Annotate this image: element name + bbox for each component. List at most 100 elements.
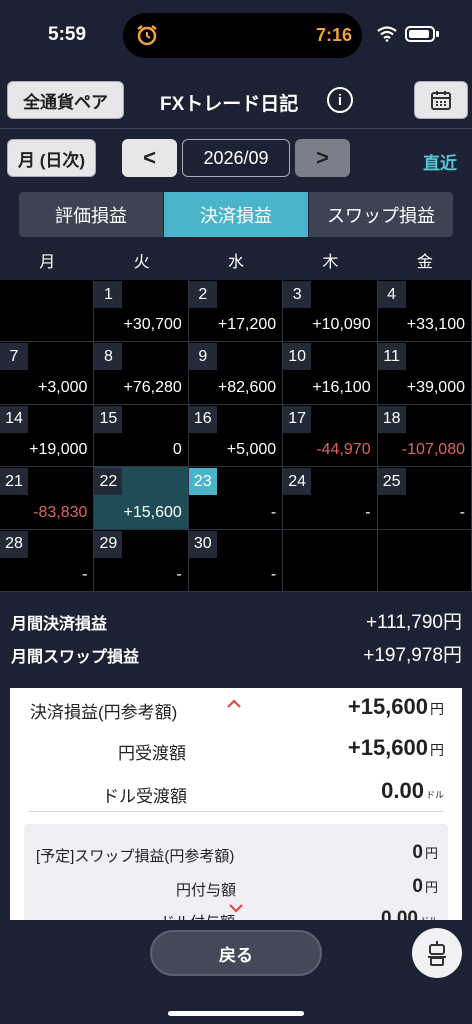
- page-title: FXトレード日記: [160, 94, 299, 115]
- calendar-day-cell[interactable]: 18 -107,080: [377, 404, 472, 468]
- calendar-day-cell[interactable]: 21 -83,830: [0, 467, 95, 530]
- calendar-day-number: 16: [188, 405, 217, 433]
- tab-swap[interactable]: スワップ損益: [308, 192, 453, 237]
- yen-grant-label: 円付与額: [176, 882, 237, 899]
- chevron-up-icon[interactable]: [226, 696, 242, 712]
- detail-yen-row: 円受渡額 +15,600 円: [10, 731, 462, 771]
- weekday-header: 月 火 水 木 金: [0, 246, 472, 280]
- island-time: 7:16: [315, 25, 352, 45]
- calendar-day-number: 22: [94, 468, 123, 496]
- chevron-down-icon[interactable]: [228, 900, 244, 916]
- yen-grant-value: 0円: [412, 876, 438, 897]
- calendar-day-value: -: [270, 565, 277, 583]
- swap-planned-label: [予定]スワップ損益(円参考額): [36, 848, 235, 865]
- dollar-grant-label: ドル付与額: [160, 911, 235, 920]
- monthly-swap-row: 月間スワップ損益 +197,978円: [0, 637, 472, 667]
- calendar-day-number: 9: [188, 343, 217, 371]
- calendar-day-value: +33,100: [406, 316, 465, 334]
- month-display[interactable]: 2026/09: [182, 139, 290, 177]
- calendar-day-cell[interactable]: 22 +15,600: [94, 467, 189, 530]
- back-button[interactable]: 戻る: [150, 930, 322, 976]
- calendar-day-number: 11: [377, 343, 406, 371]
- calendar-day-cell[interactable]: 14 +19,000: [0, 404, 95, 468]
- battery-cap: [436, 31, 439, 37]
- wifi-icon: [377, 26, 397, 42]
- calendar-day-value: +16,100: [312, 378, 371, 396]
- info-icon[interactable]: i: [327, 87, 353, 113]
- calendar-day-value: +10,090: [312, 316, 371, 334]
- battery-icon: [405, 26, 435, 42]
- calendar-day-cell[interactable]: 29 -: [94, 529, 189, 592]
- calendar-day-number: 2: [188, 281, 217, 308]
- calendar-day-value: +76,280: [123, 378, 182, 396]
- weekday-thu: 木: [322, 254, 339, 271]
- monthly-settled-label: 月間決済損益: [11, 616, 108, 633]
- currency-pair-button[interactable]: 全通貨ペア: [7, 81, 124, 119]
- tab-settled[interactable]: 決済損益: [163, 192, 308, 237]
- calendar-day-number: 7: [0, 343, 28, 371]
- calendar-day-cell[interactable]: 28 -: [0, 529, 95, 592]
- calendar-day-value: -83,830: [33, 503, 88, 521]
- memo-button[interactable]: [412, 928, 462, 978]
- calendar-day-number: 14: [0, 405, 28, 433]
- calendar-day-number: 15: [94, 405, 123, 433]
- calendar-day-number: 18: [377, 405, 406, 433]
- period-mode-button[interactable]: 月 (日次): [7, 139, 96, 177]
- calendar-day-value: -: [82, 565, 88, 583]
- calendar-day-cell[interactable]: 25 -: [377, 467, 472, 530]
- monthly-swap-value: +197,978円: [363, 645, 462, 666]
- calendar-day-cell[interactable]: 17 -44,970: [283, 404, 378, 468]
- calendar-day-cell[interactable]: 9 +82,600: [188, 342, 284, 405]
- calendar-grid: 1 +30,700 2 +17,200 3 +10,090 4 +33,100 7 +3,000 8…: [0, 280, 472, 592]
- next-month-button[interactable]: >: [295, 139, 350, 177]
- recent-link[interactable]: 直近: [423, 149, 457, 174]
- calendar-day-cell[interactable]: 16 +5,000: [188, 404, 284, 468]
- calendar-day-cell[interactable]: 10 +16,100: [283, 342, 378, 405]
- swap-planned-row: [予定]スワップ損益(円参考額) 0円: [24, 838, 448, 870]
- memo-icon: [428, 941, 446, 966]
- prev-month-button[interactable]: <: [122, 139, 177, 177]
- calendar-button[interactable]: [414, 81, 468, 119]
- calendar-day-value: -: [176, 565, 182, 583]
- calendar-day-cell[interactable]: 4 +33,100: [377, 280, 472, 343]
- calendar-day-cell: [283, 529, 378, 592]
- calendar-day-number: 10: [283, 343, 312, 371]
- detail-yen-value: +15,600 円: [347, 735, 444, 760]
- calendar-day-cell[interactable]: 2 +17,200: [188, 280, 284, 343]
- calendar-day-cell[interactable]: 7 +3,000: [0, 342, 95, 405]
- calendar-day-cell[interactable]: 24 -: [283, 467, 378, 530]
- detail-settled-value: +15,600 円: [347, 694, 444, 719]
- calendar-day-value: +5,000: [226, 441, 277, 459]
- status-bar: 5:59 7:16: [0, 0, 472, 70]
- calendar-day-cell[interactable]: 11 +39,000: [377, 342, 472, 405]
- calendar-day-number: 4: [377, 281, 406, 308]
- detail-settled-row: 決済損益(円参考額) +15,600 円: [10, 690, 462, 730]
- calendar-day-number: 29: [94, 530, 123, 558]
- detail-yen-label: 円受渡額: [118, 744, 186, 763]
- weekday-mon: 月: [39, 254, 56, 271]
- calendar-day-cell[interactable]: 1 +30,700: [94, 280, 189, 343]
- calendar-day-value: -: [365, 503, 371, 521]
- tab-unrealized[interactable]: 評価損益: [19, 192, 163, 237]
- calendar-day-cell[interactable]: 8 +76,280: [94, 342, 189, 405]
- home-indicator: [168, 1011, 304, 1016]
- detail-divider: [28, 811, 444, 812]
- detail-dollar-value: 0.00 ドル: [381, 778, 444, 803]
- calendar-day-value: +19,000: [29, 441, 88, 459]
- calendar-day-cell[interactable]: 23 -: [188, 467, 284, 530]
- calendar-day-cell: [0, 280, 95, 343]
- calendar-day-cell[interactable]: 30 -: [188, 529, 284, 592]
- swap-planned-value: 0円: [412, 842, 438, 863]
- calendar-day-number: 17: [283, 405, 312, 433]
- detail-settled-label: 決済損益(円参考額): [30, 703, 178, 722]
- calendar-day-cell[interactable]: 15 0: [94, 404, 189, 468]
- calendar-day-value: +15,600: [123, 503, 182, 521]
- bottom-bar: 戻る: [0, 920, 472, 1024]
- calendar-day-cell[interactable]: 3 +10,090: [283, 280, 378, 343]
- calendar-day-number: 3: [283, 281, 312, 308]
- calendar-day-value: -: [459, 503, 465, 521]
- header-divider: [0, 128, 472, 129]
- detail-dollar-row: ドル受渡額 0.00 ドル: [10, 774, 462, 814]
- alarm-clock-icon: [137, 25, 157, 46]
- detail-dollar-label: ドル受渡額: [102, 787, 187, 806]
